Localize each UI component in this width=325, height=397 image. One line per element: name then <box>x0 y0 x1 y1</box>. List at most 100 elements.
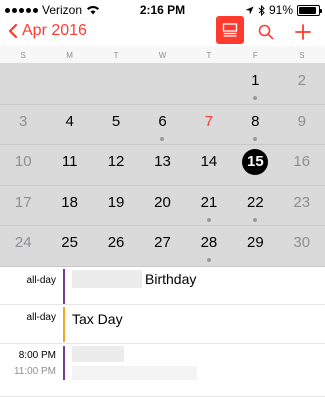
day-cell[interactable]: 5 <box>93 105 139 145</box>
day-number: 19 <box>107 193 125 211</box>
day-cell[interactable]: 16 <box>279 145 325 185</box>
event-row[interactable]: all-day Birthday <box>0 267 325 305</box>
month-grid: 1 2 3 4 5 6 7 8 9 10 11 12 13 14 15 16 17 18 19 20 21 22 23 24 2… <box>0 64 325 267</box>
event-time: 8:00 PM 11:00 PM <box>0 350 56 377</box>
back-button[interactable]: Apr 2016 <box>8 22 87 40</box>
day-number: 28 <box>200 234 218 252</box>
day-cell[interactable]: 9 <box>279 105 325 145</box>
event-list: all-day Birthday all-day Tax Day 8:00 PM 11:0… <box>0 267 325 397</box>
battery-icon <box>297 4 322 16</box>
day-cell[interactable]: 25 <box>46 226 92 266</box>
day-cell[interactable]: 11 <box>46 145 92 185</box>
event-indicator-dot <box>253 136 258 141</box>
calendar-color-bar <box>63 346 65 380</box>
day-number: 9 <box>297 112 306 130</box>
week-row: 3 4 5 6 7 8 9 <box>0 105 325 146</box>
day-cell[interactable]: 28 <box>186 226 232 266</box>
day-number: 2 <box>297 72 306 89</box>
week-row: 17 18 19 20 21 22 23 <box>0 186 325 227</box>
event-title-text: Tax Day <box>72 311 123 327</box>
day-cell[interactable]: 27 <box>139 226 185 266</box>
location-arrow-icon <box>245 5 254 15</box>
day-cell[interactable]: 20 <box>139 186 185 226</box>
weekday-label: S <box>299 51 305 60</box>
day-cell[interactable]: 6 <box>139 105 185 145</box>
battery-level <box>299 6 317 14</box>
event-start-time: all-day <box>26 275 56 286</box>
day-number: 20 <box>154 193 171 211</box>
day-cell[interactable]: 2 <box>279 64 325 104</box>
weekday-label: F <box>252 51 258 60</box>
calendar-color-bar <box>63 269 65 304</box>
day-cell[interactable]: 24 <box>0 226 46 266</box>
day-cell[interactable]: 29 <box>232 226 278 266</box>
day-number: 18 <box>61 193 78 211</box>
battery-percent: 91% <box>268 3 293 17</box>
week-row: 10 11 12 13 14 15 16 <box>0 145 325 186</box>
event-title: Birthday <box>72 270 196 288</box>
empty-day-cell <box>139 64 185 104</box>
event-end-time: 11:00 PM <box>13 366 56 377</box>
day-number: 25 <box>61 234 78 252</box>
day-cell[interactable]: 4 <box>46 105 92 145</box>
day-cell[interactable]: 7 <box>186 105 232 145</box>
empty-day-cell <box>0 64 46 104</box>
calendar-color-bar <box>63 307 65 342</box>
week-row: 12 <box>0 64 325 105</box>
event-row[interactable]: all-day Tax Day <box>0 305 325 344</box>
day-cell[interactable]: 10 <box>0 145 46 185</box>
search-button[interactable] <box>253 19 279 45</box>
day-cell[interactable]: 22 <box>232 186 278 226</box>
day-cell[interactable]: 15 <box>232 145 278 185</box>
status-right: 91% <box>245 3 322 17</box>
day-cell[interactable]: 8 <box>232 105 278 145</box>
day-number: 12 <box>107 153 125 171</box>
event-start-time: all-day <box>26 312 56 323</box>
weekday-label: T <box>113 51 119 60</box>
day-cell[interactable]: 1 <box>232 64 278 104</box>
add-event-button[interactable] <box>290 19 316 45</box>
day-number: 5 <box>111 112 121 130</box>
back-button-label: Apr 2016 <box>22 22 87 39</box>
day-cell[interactable]: 3 <box>0 105 46 145</box>
list-view-toggle-button[interactable] <box>216 16 244 44</box>
redacted-location <box>72 366 197 380</box>
event-indicator-dot <box>253 96 258 100</box>
event-indicator-dot <box>253 217 258 222</box>
day-cell[interactable]: 14 <box>186 145 232 185</box>
event-time: all-day <box>0 275 56 286</box>
day-number: 13 <box>154 153 171 171</box>
day-number: 3 <box>19 112 28 130</box>
event-title: Tax Day <box>72 311 123 327</box>
day-cell[interactable]: 17 <box>0 186 46 226</box>
day-number: 1 <box>251 72 260 89</box>
event-indicator-dot <box>160 136 165 141</box>
day-number: 21 <box>200 193 218 211</box>
day-cell[interactable]: 12 <box>93 145 139 185</box>
day-number: 26 <box>107 234 125 252</box>
event-row[interactable]: 8:00 PM 11:00 PM <box>0 344 325 397</box>
day-cell[interactable]: 21 <box>186 186 232 226</box>
day-number: 4 <box>65 112 74 130</box>
weekday-label: T <box>206 51 212 60</box>
week-row: 24 25 26 27 28 29 30 <box>0 226 325 267</box>
day-cell[interactable]: 13 <box>139 145 185 185</box>
day-number: 29 <box>247 234 264 252</box>
empty-day-cell <box>46 64 92 104</box>
day-cell[interactable]: 30 <box>279 226 325 266</box>
day-cell[interactable]: 18 <box>46 186 92 226</box>
day-number: 11 <box>61 153 78 171</box>
event-title <box>72 346 124 362</box>
day-number: 6 <box>158 112 167 130</box>
plus-icon <box>295 24 311 40</box>
day-cell[interactable]: 26 <box>93 226 139 266</box>
status-bar: Verizon 2:16 PM 91% <box>0 0 325 20</box>
redacted-text <box>72 270 142 288</box>
day-cell[interactable]: 23 <box>279 186 325 226</box>
weekday-label: S <box>20 51 26 60</box>
bluetooth-icon <box>258 4 265 16</box>
event-indicator-dot <box>206 258 211 263</box>
day-cell[interactable]: 19 <box>93 186 139 226</box>
weekday-label: M <box>66 51 73 60</box>
day-number: 15 <box>247 153 264 171</box>
